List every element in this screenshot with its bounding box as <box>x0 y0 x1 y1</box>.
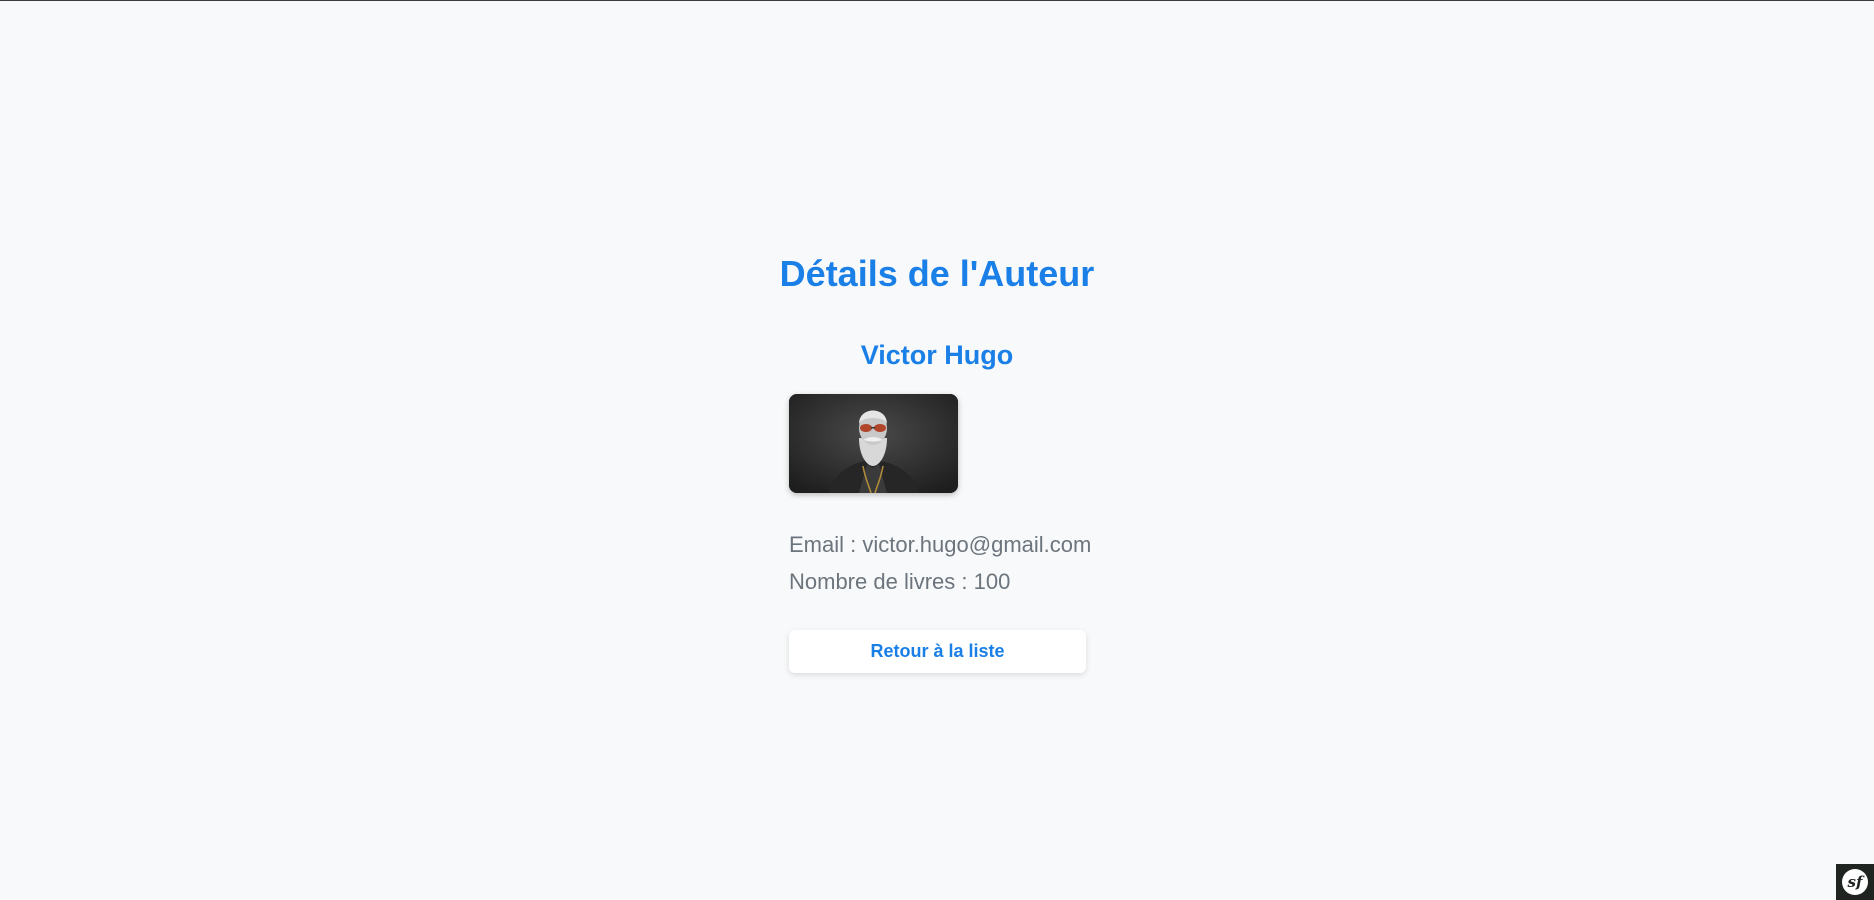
author-book-count: Nombre de livres : 100 <box>789 569 1011 594</box>
top-border <box>0 0 1874 1</box>
back-to-list-button[interactable]: Retour à la liste <box>789 630 1086 673</box>
author-name: Victor Hugo <box>860 340 1014 370</box>
author-email: Email : victor.hugo@gmail.com <box>789 532 1092 557</box>
symfony-debug-toolbar-toggle[interactable]: sf <box>1836 864 1874 900</box>
symfony-logo-icon: sf <box>1842 869 1868 895</box>
page-title: Détails de l'Auteur <box>779 253 1095 294</box>
author-portrait <box>789 394 958 493</box>
